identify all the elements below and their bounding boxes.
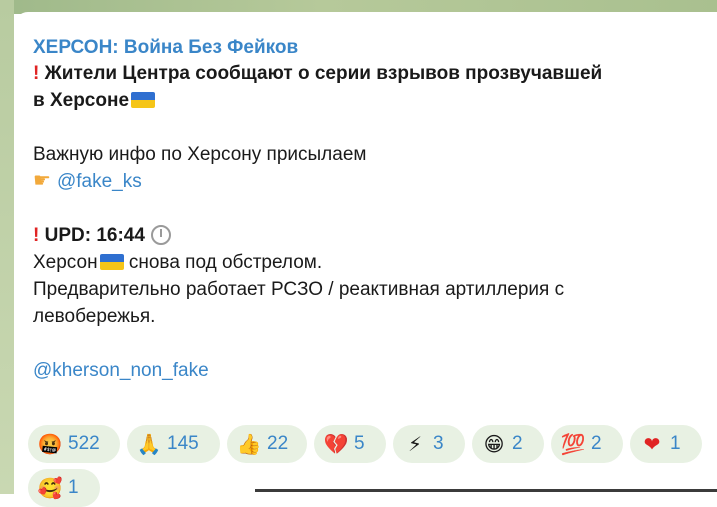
reaction-count: 1 xyxy=(670,433,681,454)
headline-text-1: Жители Центра сообщают о серии взрывов п… xyxy=(44,63,603,84)
reaction-smiling-hearts[interactable]: 🥰 1 xyxy=(28,469,100,507)
stopwatch-icon xyxy=(150,225,171,245)
reaction-angry[interactable]: 🤬 522 xyxy=(28,425,120,463)
divider xyxy=(255,489,717,492)
smiling-hearts-icon: 🥰 xyxy=(37,477,63,500)
body-line-1: Херсон снова под обстрелом. xyxy=(33,249,713,276)
reaction-count: 522 xyxy=(68,433,100,454)
chat-background-left xyxy=(0,0,14,494)
lightning-icon: ⚡ xyxy=(407,433,423,456)
reaction-count: 145 xyxy=(167,433,199,454)
info-text: Важную инфо по Херсону присылаем xyxy=(33,144,367,165)
praying-hands-icon: 🙏 xyxy=(136,433,162,456)
footer-handle-link[interactable]: @kherson_non_fake xyxy=(33,357,713,384)
reaction-count: 2 xyxy=(512,433,523,454)
message-content: ХЕРСОН: Война Без Фейков ! Жители Центра… xyxy=(33,36,713,384)
reaction-heart[interactable]: ❤ 1 xyxy=(630,425,702,463)
broken-heart-icon: 💔 xyxy=(323,433,349,456)
hundred-points-icon: 💯 xyxy=(560,433,586,456)
info-link-line: ☛ @fake_ks xyxy=(33,168,713,195)
reaction-grin[interactable]: 😁 2 xyxy=(472,425,544,463)
grinning-face-icon: 😁 xyxy=(483,433,505,456)
reaction-hundred[interactable]: 💯 2 xyxy=(551,425,623,463)
reaction-count: 5 xyxy=(354,433,365,454)
body-line-2: Предварительно работает РСЗО / реактивна… xyxy=(33,279,565,300)
reaction-count: 3 xyxy=(433,433,444,454)
reaction-broken-heart[interactable]: 💔 5 xyxy=(314,425,386,463)
ukraine-flag-icon xyxy=(131,92,156,108)
body-text-1b: снова под обстрелом. xyxy=(123,252,323,273)
reaction-lightning[interactable]: ⚡ 3 xyxy=(393,425,465,463)
headline-line-2: в Херсоне xyxy=(33,87,713,114)
headline-line-1: ! Жители Центра сообщают о серии взрывов… xyxy=(33,60,713,87)
reaction-count: 22 xyxy=(267,433,289,454)
thumbs-up-icon: 👍 xyxy=(236,433,262,456)
ukraine-flag-icon xyxy=(99,254,124,270)
reaction-thumbs-up[interactable]: 👍 22 xyxy=(227,425,307,463)
red-exclamation-icon: ! xyxy=(33,225,40,246)
channel-name[interactable]: ХЕРСОН: Война Без Фейков xyxy=(33,36,713,60)
info-handle-link[interactable]: @fake_ks xyxy=(57,171,142,192)
pointing-hand-icon: ☛ xyxy=(33,170,51,192)
red-exclamation-icon: ! xyxy=(33,63,40,84)
reaction-pray[interactable]: 🙏 145 xyxy=(127,425,220,463)
reaction-count: 2 xyxy=(591,433,602,454)
reaction-count: 1 xyxy=(68,477,79,498)
body-text-1a: Херсон xyxy=(33,252,98,273)
angry-swearing-icon: 🤬 xyxy=(37,433,63,456)
update-time: UPD: 16:44 xyxy=(44,225,145,246)
update-line: ! UPD: 16:44 xyxy=(33,222,713,249)
body-line-3: левобережья. xyxy=(33,306,156,327)
red-heart-icon: ❤ xyxy=(643,433,661,456)
headline-text-2: в Херсоне xyxy=(33,90,130,111)
